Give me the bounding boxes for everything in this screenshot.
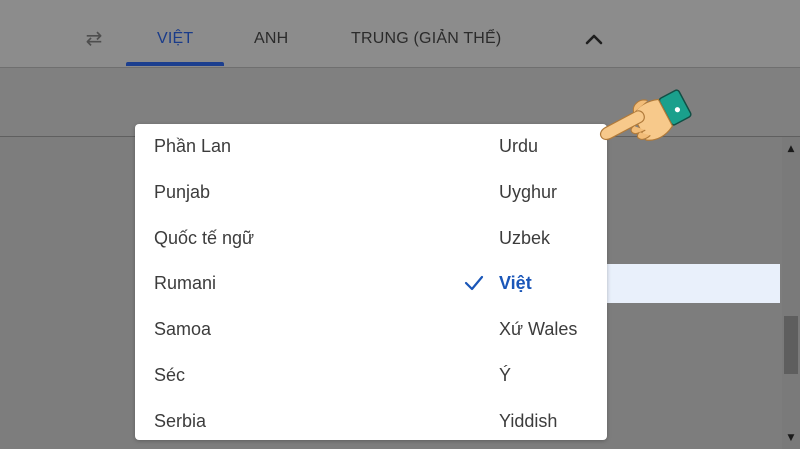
language-option[interactable]: Quốc tế ngữ [154,218,254,258]
language-option[interactable]: Samoa [154,309,211,349]
language-option[interactable]: Uyghur [499,172,557,212]
scroll-up-arrow-icon[interactable]: ▲ [782,138,800,158]
tab-trung-gian-the[interactable]: TRUNG (GIẢN THỂ) [351,30,501,67]
active-tab-indicator [126,62,224,66]
check-icon [464,275,484,291]
language-option[interactable]: Punjab [154,172,210,212]
language-bar: ⇄ VIỆT ANH TRUNG (GIẢN THỂ) [0,0,800,68]
language-option[interactable]: Ý [499,355,511,395]
language-option[interactable]: Serbia [154,401,206,440]
language-option[interactable]: Séc [154,355,185,395]
scrollbar-track[interactable] [782,137,800,449]
language-option-selected[interactable]: Việt [499,263,532,303]
scroll-down-arrow-icon[interactable]: ▼ [782,428,800,448]
tab-anh[interactable]: ANH [254,30,288,67]
language-option[interactable]: Phần Lan [154,126,231,166]
language-option[interactable]: Uzbek [499,218,550,258]
chevron-up-icon[interactable] [584,30,604,48]
scrollbar-thumb[interactable] [784,316,798,374]
language-option[interactable]: Rumani [154,263,216,303]
pointing-hand-icon [599,89,692,141]
swap-languages-icon[interactable]: ⇄ [80,26,108,50]
language-option[interactable]: Yiddish [499,401,557,440]
language-option[interactable]: Xứ Wales [499,309,577,349]
language-option[interactable]: Urdu [499,126,538,166]
